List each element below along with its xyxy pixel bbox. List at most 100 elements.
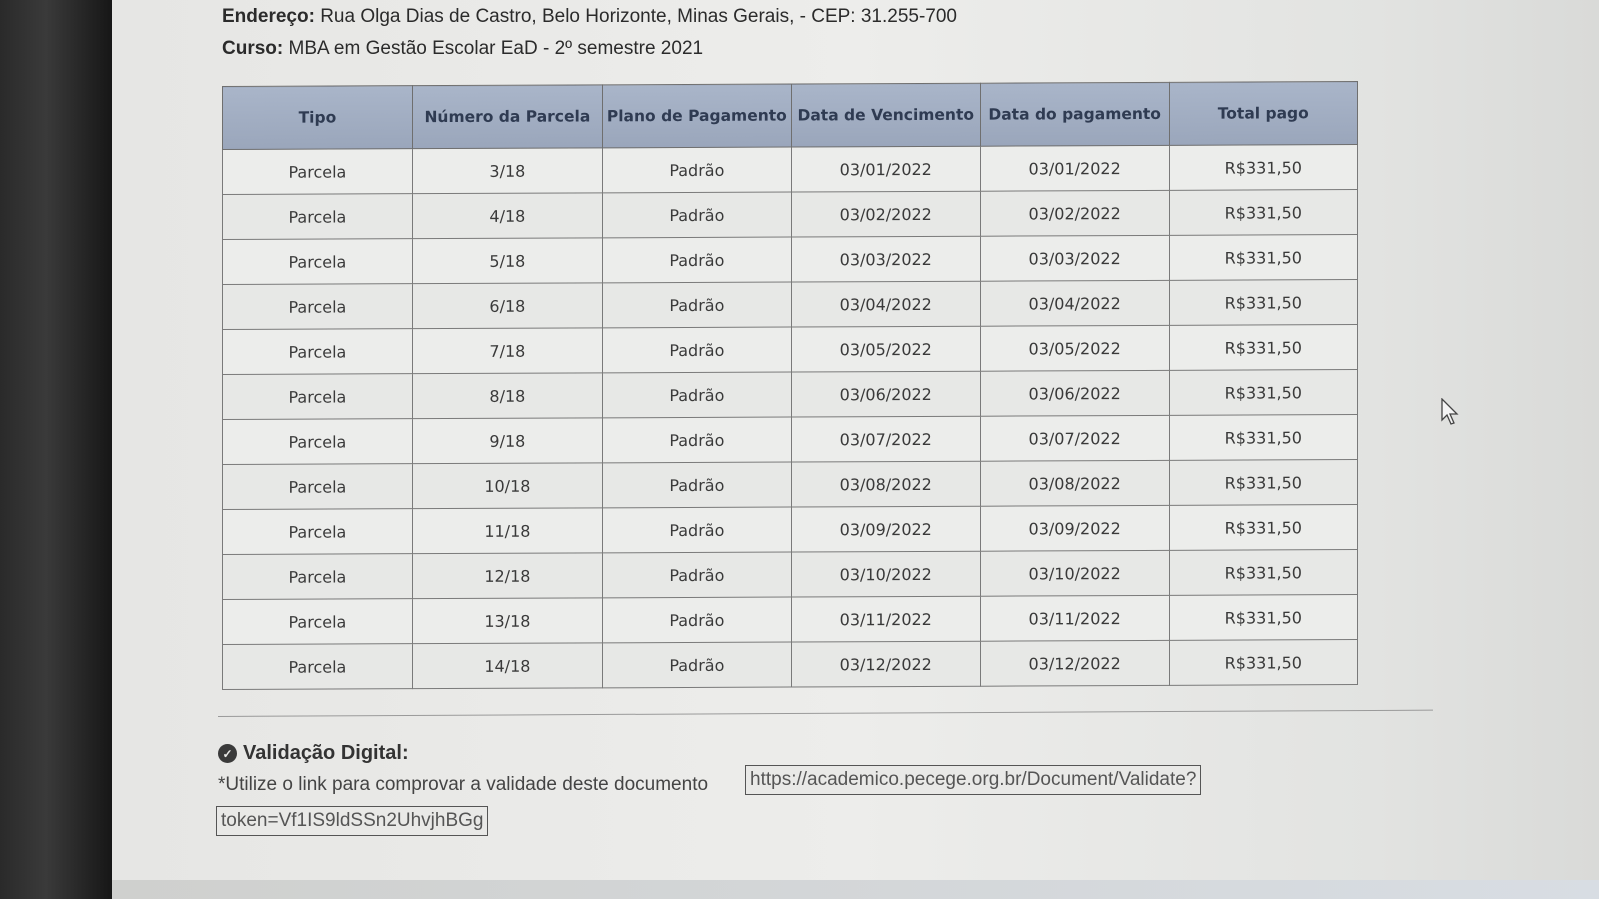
column-header-data-pagamento: Data do pagamento bbox=[980, 82, 1170, 147]
cell-vencimento: 03/12/2022 bbox=[791, 641, 981, 688]
cell-plano: Padrão bbox=[602, 642, 792, 688]
cell-numero-parcela: 13/18 bbox=[412, 597, 603, 644]
cell-numero-parcela: 3/18 bbox=[412, 147, 603, 194]
screen-bottom-edge bbox=[112, 880, 1599, 899]
cell-total: R$331,50 bbox=[1169, 324, 1358, 371]
address-line: Endereço: Rua Olga Dias de Castro, Belo … bbox=[222, 6, 957, 28]
payments-table: Tipo Número da Parcela Plano de Pagament… bbox=[222, 81, 1358, 690]
cell-plano: Padrão bbox=[602, 282, 792, 328]
cell-tipo: Parcela bbox=[222, 418, 413, 465]
shield-check-icon: ✓ bbox=[218, 744, 237, 763]
cell-numero-parcela: 5/18 bbox=[412, 237, 603, 284]
cell-vencimento: 03/02/2022 bbox=[791, 191, 981, 238]
cell-plano: Padrão bbox=[602, 192, 792, 238]
cell-total: R$331,50 bbox=[1169, 144, 1358, 191]
cell-total: R$331,50 bbox=[1169, 594, 1358, 641]
cell-total: R$331,50 bbox=[1169, 189, 1358, 236]
cell-pagamento: 03/05/2022 bbox=[980, 325, 1170, 372]
cell-tipo: Parcela bbox=[222, 463, 413, 510]
course-value: MBA em Gestão Escolar EaD - 2º semestre … bbox=[288, 38, 704, 59]
address-value: Rua Olga Dias de Castro, Belo Horizonte,… bbox=[320, 6, 957, 27]
cell-tipo: Parcela bbox=[222, 643, 413, 690]
column-header-tipo: Tipo bbox=[222, 85, 413, 150]
table-row: Parcela 13/18 Padrão 03/11/2022 03/11/2022 R$… bbox=[222, 594, 1358, 645]
validation-link[interactable]: https://academico.pecege.org.br/Document… bbox=[745, 765, 1202, 795]
cell-total: R$331,50 bbox=[1169, 549, 1358, 596]
cell-numero-parcela: 4/18 bbox=[412, 192, 603, 239]
cell-pagamento: 03/03/2022 bbox=[980, 235, 1170, 282]
cell-tipo: Parcela bbox=[222, 238, 413, 285]
cell-tipo: Parcela bbox=[222, 553, 413, 600]
column-header-plano-pagamento: Plano de Pagamento bbox=[602, 84, 792, 148]
cell-pagamento: 03/01/2022 bbox=[980, 145, 1170, 192]
cell-vencimento: 03/09/2022 bbox=[791, 506, 981, 553]
cell-pagamento: 03/12/2022 bbox=[980, 640, 1170, 687]
cell-pagamento: 03/09/2022 bbox=[980, 505, 1170, 552]
cell-plano: Padrão bbox=[602, 552, 792, 598]
cell-numero-parcela: 6/18 bbox=[412, 282, 603, 329]
cell-numero-parcela: 12/18 bbox=[412, 552, 603, 599]
column-header-numero-parcela: Número da Parcela bbox=[412, 84, 603, 149]
monitor-bezel bbox=[0, 0, 115, 899]
cell-plano: Padrão bbox=[602, 327, 792, 373]
validation-title: Validação Digital: bbox=[243, 742, 409, 764]
course-line: Curso: MBA em Gestão Escolar EaD - 2º se… bbox=[222, 38, 703, 60]
cell-tipo: Parcela bbox=[222, 148, 413, 195]
cell-plano: Padrão bbox=[602, 372, 792, 418]
column-header-data-vencimento: Data de Vencimento bbox=[791, 83, 981, 148]
table-row: Parcela 9/18 Padrão 03/07/2022 03/07/2022 R$3… bbox=[222, 414, 1358, 465]
cell-pagamento: 03/10/2022 bbox=[980, 550, 1170, 597]
cell-vencimento: 03/01/2022 bbox=[791, 146, 981, 193]
cell-vencimento: 03/07/2022 bbox=[791, 416, 981, 463]
cell-vencimento: 03/04/2022 bbox=[791, 281, 981, 328]
cell-plano: Padrão bbox=[602, 237, 792, 283]
cell-numero-parcela: 11/18 bbox=[412, 507, 603, 554]
cell-vencimento: 03/08/2022 bbox=[791, 461, 981, 508]
cell-total: R$331,50 bbox=[1169, 504, 1358, 551]
cell-vencimento: 03/10/2022 bbox=[791, 551, 981, 598]
cell-total: R$331,50 bbox=[1169, 639, 1358, 686]
cell-total: R$331,50 bbox=[1169, 459, 1358, 506]
cell-numero-parcela: 9/18 bbox=[412, 417, 603, 464]
cell-plano: Padrão bbox=[602, 147, 792, 193]
table-row: Parcela 14/18 Padrão 03/12/2022 03/12/2022 R$… bbox=[222, 639, 1358, 690]
table-row: Parcela 10/18 Padrão 03/08/2022 03/08/2022 R$… bbox=[222, 459, 1358, 510]
cell-vencimento: 03/11/2022 bbox=[791, 596, 981, 643]
mouse-cursor-icon bbox=[1441, 398, 1459, 425]
table-row: Parcela 3/18 Padrão 03/01/2022 03/01/2022 R$3… bbox=[222, 144, 1358, 195]
table-row: Parcela 11/18 Padrão 03/09/2022 03/09/2022 R$… bbox=[222, 504, 1358, 555]
validation-link-token[interactable]: token=Vf1IS9ldSSn2UhvjhBGg bbox=[216, 806, 489, 836]
cell-tipo: Parcela bbox=[222, 508, 413, 555]
cell-pagamento: 03/04/2022 bbox=[980, 280, 1170, 327]
address-label: Endereço: bbox=[222, 6, 315, 27]
column-header-total-pago: Total pago bbox=[1169, 81, 1358, 146]
cell-pagamento: 03/08/2022 bbox=[980, 460, 1170, 507]
cell-numero-parcela: 14/18 bbox=[412, 642, 603, 689]
cell-pagamento: 03/06/2022 bbox=[980, 370, 1170, 417]
cell-plano: Padrão bbox=[602, 597, 792, 643]
cell-tipo: Parcela bbox=[222, 283, 413, 330]
course-label: Curso: bbox=[222, 38, 284, 59]
cell-total: R$331,50 bbox=[1169, 279, 1358, 326]
cell-pagamento: 03/02/2022 bbox=[980, 190, 1170, 237]
cell-tipo: Parcela bbox=[222, 328, 413, 375]
cell-total: R$331,50 bbox=[1169, 369, 1358, 416]
cell-pagamento: 03/11/2022 bbox=[980, 595, 1170, 642]
cell-tipo: Parcela bbox=[222, 193, 413, 240]
cell-numero-parcela: 8/18 bbox=[412, 372, 603, 419]
table-header-row: Tipo Número da Parcela Plano de Pagament… bbox=[222, 81, 1358, 150]
cell-plano: Padrão bbox=[602, 462, 792, 508]
table-row: Parcela 8/18 Padrão 03/06/2022 03/06/2022 R$3… bbox=[222, 369, 1358, 420]
cell-tipo: Parcela bbox=[222, 373, 413, 420]
cell-total: R$331,50 bbox=[1169, 414, 1358, 461]
table-row: Parcela 5/18 Padrão 03/03/2022 03/03/2022 R$3… bbox=[222, 234, 1358, 285]
table-row: Parcela 4/18 Padrão 03/02/2022 03/02/2022 R$3… bbox=[222, 189, 1358, 240]
cell-vencimento: 03/05/2022 bbox=[791, 326, 981, 373]
table-row: Parcela 12/18 Padrão 03/10/2022 03/10/2022 R$… bbox=[222, 549, 1358, 600]
validation-heading: ✓ Validação Digital: bbox=[218, 742, 409, 765]
cell-pagamento: 03/07/2022 bbox=[980, 415, 1170, 462]
table-row: Parcela 6/18 Padrão 03/04/2022 03/04/2022 R$3… bbox=[222, 279, 1358, 330]
validation-instructions: *Utilize o link para comprovar a validad… bbox=[218, 774, 709, 795]
cell-tipo: Parcela bbox=[222, 598, 413, 645]
cell-plano: Padrão bbox=[602, 417, 792, 463]
